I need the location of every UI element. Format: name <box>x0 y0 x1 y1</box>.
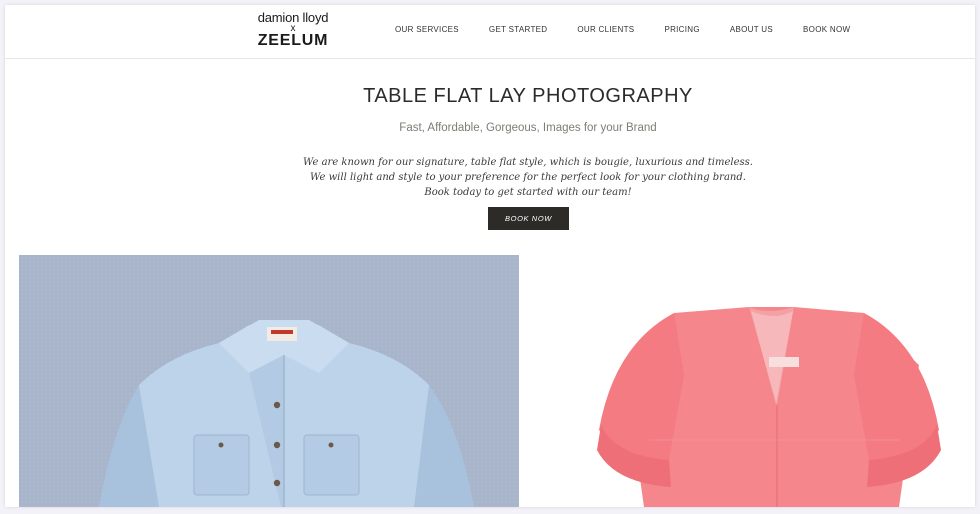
logo-line2: ZEELUM <box>257 32 329 49</box>
pink-top-illustration <box>519 255 975 507</box>
nav-our-services[interactable]: OUR SERVICES <box>395 25 459 39</box>
nav-get-started[interactable]: GET STARTED <box>489 25 547 39</box>
nav-book-now[interactable]: BOOK NOW <box>803 25 850 39</box>
nav-pricing[interactable]: PRICING <box>664 25 699 39</box>
page-frame: damion lloyd x ZEELUM OUR SERVICES GET S… <box>5 5 975 507</box>
main-nav: OUR SERVICES GET STARTED OUR CLIENTS PRI… <box>395 25 850 39</box>
page-subtitle: Fast, Affordable, Gorgeous, Images for y… <box>399 122 657 134</box>
book-now-button[interactable]: BOOK NOW <box>488 207 569 230</box>
blue-shirt-photo <box>19 255 519 507</box>
hero-description: We are known for our signature, table fl… <box>5 155 975 200</box>
nav-our-clients[interactable]: OUR CLIENTS <box>577 25 634 39</box>
pink-top-photo <box>519 255 975 507</box>
site-header: damion lloyd x ZEELUM OUR SERVICES GET S… <box>5 5 975 59</box>
brand-logo[interactable]: damion lloyd x ZEELUM <box>252 11 334 53</box>
description-line: We are known for our signature, table fl… <box>303 157 753 168</box>
description-line: Book today to get started with our team! <box>424 187 632 198</box>
blue-shirt-illustration <box>19 255 519 507</box>
page-title: TABLE FLAT LAY PHOTOGRAPHY <box>363 85 693 107</box>
description-line: We will light and style to your preferen… <box>310 172 746 183</box>
nav-about-us[interactable]: ABOUT US <box>730 25 773 39</box>
